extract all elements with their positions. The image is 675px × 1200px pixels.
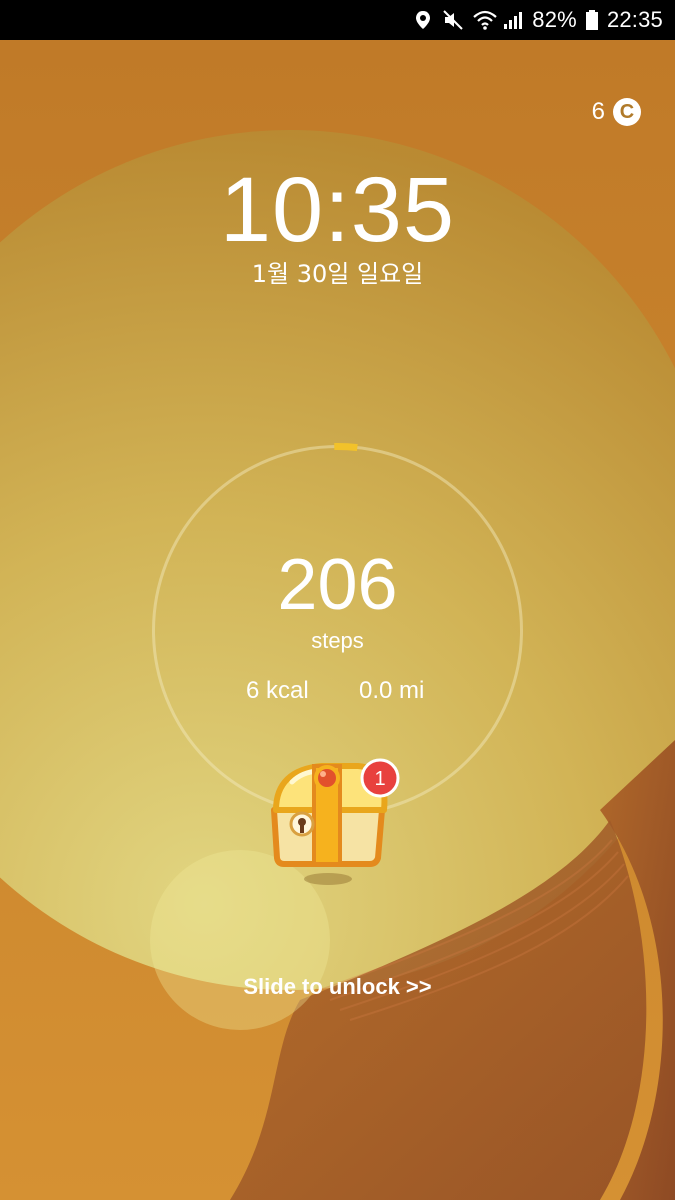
battery-icon [585, 9, 599, 31]
steps-label: steps [311, 628, 364, 653]
status-bar: 82% 22:35 [0, 0, 675, 40]
steps-count: 206 [277, 545, 398, 625]
chest-badge-count: 1 [374, 768, 385, 790]
wifi-icon [472, 9, 498, 31]
slide-to-unlock[interactable]: Slide to unlock >> [0, 974, 675, 1000]
lock-date: 1월 30일 일요일 [251, 260, 424, 288]
lock-clock: 10:35 [219, 159, 456, 261]
mute-icon [442, 9, 464, 31]
indicator-value: 6 [591, 98, 605, 125]
calories-value: 6 kcal [246, 677, 309, 704]
status-time: 22:35 [606, 7, 663, 32]
distance-value: 0.0 mi [359, 677, 425, 704]
indicator-badge: C [613, 98, 641, 126]
treasure-chest-icon: 1 [271, 758, 400, 885]
battery-percent: 82% [532, 7, 577, 32]
treasure-chest-button[interactable]: 1 [262, 752, 402, 892]
indicator[interactable]: 6 C [592, 98, 641, 126]
lock-screen: 82% 22:35 6 C 10:35 1월 30일 일요일 206 steps… [0, 0, 675, 1200]
location-icon [412, 9, 434, 31]
signal-icon [502, 9, 524, 31]
